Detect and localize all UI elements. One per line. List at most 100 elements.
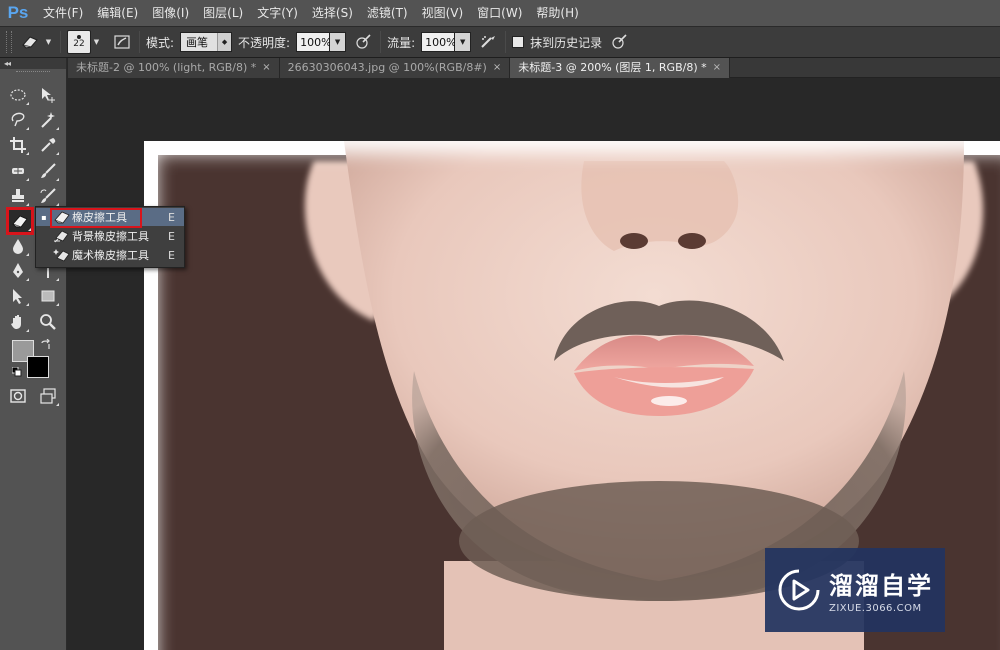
mode-label: 模式: bbox=[146, 35, 175, 50]
flow-label: 流量: bbox=[387, 35, 416, 50]
elliptical-marquee-icon bbox=[10, 89, 26, 101]
tab-untitled-3[interactable]: 未标题-3 @ 200% (图层 1, RGB/8) * × bbox=[510, 58, 731, 78]
brush-size-preview: 22 bbox=[67, 30, 91, 54]
watermark-url: ZIXUE.3066.COM bbox=[829, 603, 922, 614]
close-icon[interactable]: × bbox=[713, 58, 721, 78]
chevron-down-icon: ▼ bbox=[93, 38, 100, 46]
history-brush-tool[interactable] bbox=[37, 185, 59, 207]
crop-icon bbox=[10, 137, 26, 153]
menu-help[interactable]: 帮助(H) bbox=[529, 0, 585, 26]
photoshop-logo: Ps bbox=[7, 3, 29, 22]
flyout-item-magic-eraser[interactable]: 魔术橡皮擦工具 E bbox=[36, 246, 184, 264]
marquee-tool[interactable] bbox=[7, 84, 29, 106]
lasso-icon bbox=[11, 112, 25, 127]
flow-input[interactable]: 100% bbox=[421, 32, 457, 52]
menu-type[interactable]: 文字(Y) bbox=[250, 0, 305, 26]
lasso-tool[interactable] bbox=[7, 109, 29, 131]
quick-mask-button[interactable] bbox=[7, 385, 29, 407]
rectangle-icon bbox=[41, 290, 55, 302]
mode-value: 画笔 bbox=[186, 36, 209, 49]
menu-image[interactable]: 图像(I) bbox=[145, 0, 196, 26]
flyout-item-background-eraser[interactable]: 背景橡皮擦工具 E bbox=[36, 227, 184, 245]
default-colors-button[interactable] bbox=[11, 366, 22, 377]
opacity-input[interactable]: 100% bbox=[296, 32, 332, 52]
eraser-tool[interactable] bbox=[6, 207, 34, 235]
chevron-updown-icon: ◆ bbox=[217, 33, 232, 51]
pressure-opacity-button[interactable] bbox=[352, 31, 374, 53]
menu-file[interactable]: 文件(F) bbox=[36, 0, 90, 26]
zoom-tool[interactable] bbox=[37, 311, 59, 333]
tool-preset-picker[interactable]: ▼ bbox=[18, 31, 54, 53]
hand-tool[interactable] bbox=[7, 311, 29, 333]
pen-pressure-size-icon bbox=[612, 34, 627, 49]
menu-edit[interactable]: 编辑(E) bbox=[90, 0, 145, 26]
menu-layer[interactable]: 图层(L) bbox=[196, 0, 250, 26]
eraser-icon bbox=[22, 36, 38, 49]
flow-slider-toggle[interactable]: ▼ bbox=[455, 32, 472, 52]
menu-view[interactable]: 视图(V) bbox=[415, 0, 471, 26]
zoom-icon bbox=[40, 314, 56, 330]
separator bbox=[139, 31, 140, 53]
move-icon bbox=[42, 88, 55, 103]
pen-tool[interactable] bbox=[7, 260, 29, 282]
tools-panel: ◂◂ bbox=[0, 58, 67, 650]
flyout-item-label: 魔术橡皮擦工具 bbox=[72, 249, 149, 262]
move-tool[interactable] bbox=[37, 84, 59, 106]
airbrush-button[interactable] bbox=[477, 31, 499, 53]
erase-to-history-label: 抹到历史记录 bbox=[530, 35, 603, 50]
tab-untitled-2[interactable]: 未标题-2 @ 100% (light, RGB/8) * × bbox=[68, 58, 280, 78]
watermark-text: 溜溜自学 ZIXUE.3066.COM bbox=[829, 566, 933, 614]
play-logo-icon bbox=[778, 569, 820, 611]
clone-stamp-icon bbox=[12, 189, 24, 202]
pen-pressure-icon bbox=[356, 34, 371, 49]
close-icon[interactable]: × bbox=[262, 58, 270, 78]
eraser-icon bbox=[12, 215, 28, 228]
separator bbox=[380, 31, 382, 53]
brush-icon bbox=[41, 163, 56, 178]
magic-wand-tool[interactable] bbox=[37, 109, 59, 131]
close-icon[interactable]: × bbox=[493, 58, 501, 78]
tab-label: 未标题-3 @ 200% (图层 1, RGB/8) * bbox=[518, 61, 707, 74]
brush-panel-toggle-button[interactable] bbox=[111, 31, 133, 53]
pen-icon bbox=[13, 263, 23, 278]
flyout-item-shortcut: E bbox=[168, 210, 175, 224]
path-selection-tool[interactable] bbox=[7, 285, 29, 307]
separator bbox=[505, 31, 507, 53]
watermark: 溜溜自学 ZIXUE.3066.COM bbox=[765, 548, 945, 632]
panel-collapse-button[interactable]: ◂◂ bbox=[0, 58, 66, 69]
flow-control: 100% ▼ bbox=[421, 32, 472, 52]
quick-mask-icon bbox=[10, 389, 26, 403]
brush-preset-picker[interactable]: 22 ▼ bbox=[67, 29, 105, 55]
menu-window[interactable]: 窗口(W) bbox=[470, 0, 529, 26]
background-color-swatch[interactable] bbox=[27, 356, 49, 378]
screen-mode-icon bbox=[40, 388, 56, 404]
annotation-highlight-box bbox=[50, 208, 142, 228]
pressure-size-button[interactable] bbox=[608, 31, 630, 53]
rectangle-tool[interactable] bbox=[37, 285, 59, 307]
eyedropper-tool[interactable] bbox=[37, 134, 59, 156]
crop-tool[interactable] bbox=[7, 134, 29, 156]
eyedropper-icon bbox=[41, 138, 56, 152]
tab-jpg-file[interactable]: 26630306043.jpg @ 100%(RGB/8#) × bbox=[279, 58, 511, 78]
blur-tool[interactable] bbox=[7, 235, 29, 257]
brush-tool[interactable] bbox=[37, 160, 59, 182]
opacity-slider-toggle[interactable]: ▼ bbox=[330, 32, 347, 52]
panel-grip[interactable] bbox=[16, 71, 50, 77]
menu-bar: Ps 文件(F) 编辑(E) 图像(I) 图层(L) 文字(Y) 选择(S) 滤… bbox=[0, 0, 1000, 26]
options-bar-grip[interactable] bbox=[6, 31, 12, 53]
menu-select[interactable]: 选择(S) bbox=[305, 0, 360, 26]
separator bbox=[60, 31, 61, 53]
menu-filter[interactable]: 滤镜(T) bbox=[360, 0, 415, 26]
clone-stamp-tool[interactable] bbox=[7, 185, 29, 207]
healing-brush-tool[interactable] bbox=[7, 160, 29, 182]
opacity-label: 不透明度: bbox=[238, 35, 291, 50]
screen-mode-button[interactable] bbox=[37, 385, 59, 407]
mode-select[interactable]: 画笔 ◆ bbox=[180, 32, 233, 52]
watermark-title: 溜溜自学 bbox=[829, 572, 933, 600]
opacity-control: 100% ▼ bbox=[296, 32, 347, 52]
chevron-down-icon: ▼ bbox=[45, 38, 52, 46]
swap-colors-button[interactable] bbox=[40, 338, 52, 351]
erase-to-history-checkbox[interactable] bbox=[512, 36, 525, 48]
options-bar: ▼ 22 ▼ 模式: 画笔 ◆ 不透明度: 100% ▼ 流量: 100% ▼ bbox=[0, 26, 1000, 58]
swap-arrows-icon bbox=[41, 338, 50, 349]
